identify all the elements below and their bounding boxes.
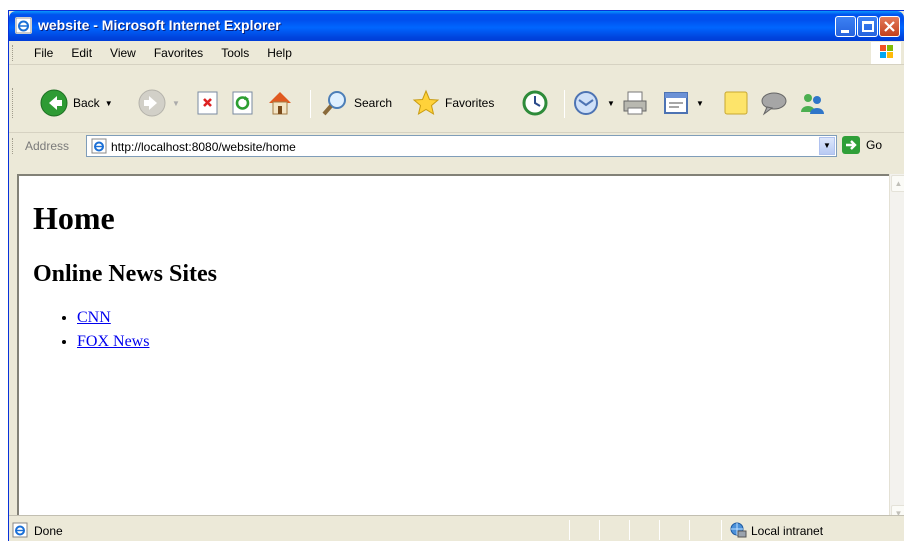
status-divider — [599, 520, 600, 540]
menu-bar: File Edit View Favorites Tools Help — [9, 41, 904, 65]
favorites-button[interactable]: Favorites — [411, 87, 494, 119]
minimize-button[interactable] — [835, 16, 856, 37]
back-button[interactable]: Back ▼ — [39, 87, 113, 119]
edit-dropdown-icon[interactable]: ▼ — [696, 99, 704, 108]
note-icon — [724, 91, 748, 115]
edit-button[interactable]: ▼ — [661, 87, 704, 119]
list-item: FOX News — [77, 330, 217, 354]
stop-button[interactable] — [195, 87, 221, 119]
menu-grip[interactable] — [12, 45, 15, 61]
link-fox-news[interactable]: FOX News — [77, 333, 149, 350]
discuss-button[interactable] — [757, 87, 789, 119]
link-cnn[interactable]: CNN — [77, 309, 111, 326]
toolbar-separator — [310, 90, 311, 118]
toolbar-grip[interactable] — [12, 88, 15, 118]
address-dropdown-button[interactable]: ▼ — [819, 137, 835, 155]
status-text: Done — [34, 524, 63, 538]
news-sites-list: CNN FOX News — [77, 306, 217, 354]
status-divider — [721, 520, 722, 540]
status-divider — [659, 520, 660, 540]
scroll-up-button[interactable]: ▲ — [891, 175, 904, 192]
address-input[interactable]: http://localhost:8080/website/home ▼ — [86, 135, 837, 157]
menu-help[interactable]: Help — [258, 46, 301, 60]
go-arrow-icon — [842, 136, 860, 154]
go-button[interactable]: Go — [842, 136, 882, 154]
mail-button[interactable]: ▼ — [572, 87, 615, 119]
status-divider — [689, 520, 690, 540]
browser-window: website - Microsoft Internet Explorer Fi… — [8, 10, 904, 541]
forward-arrow-icon — [138, 89, 166, 117]
security-zone-text: Local intranet — [751, 524, 824, 538]
home-icon — [269, 92, 291, 115]
print-button[interactable] — [620, 87, 650, 119]
intranet-globe-icon — [730, 522, 747, 538]
window-title: website - Microsoft Internet Explorer — [38, 17, 281, 33]
edit-page-icon — [664, 92, 688, 114]
ie-page-icon — [15, 17, 32, 34]
address-label: Address — [25, 139, 70, 153]
ie-page-icon — [91, 138, 107, 154]
notes-button[interactable] — [722, 87, 750, 119]
list-item: CNN — [77, 306, 217, 330]
vertical-scrollbar[interactable]: ▲ ▼ — [889, 174, 904, 523]
messenger-button[interactable] — [797, 87, 827, 119]
history-clock-icon — [522, 90, 548, 116]
menu-view[interactable]: View — [101, 46, 145, 60]
home-button[interactable] — [265, 87, 295, 119]
windows-logo — [871, 42, 901, 64]
title-bar[interactable]: website - Microsoft Internet Explorer — [9, 11, 904, 41]
toolbar-separator — [564, 90, 565, 118]
menu-edit[interactable]: Edit — [62, 46, 101, 60]
messenger-people-icon — [801, 94, 824, 114]
page-viewport[interactable]: Home Online News Sites CNN FOX News — [17, 174, 889, 523]
menu-tools[interactable]: Tools — [212, 46, 258, 60]
web-page: Home Online News Sites CNN FOX News — [33, 200, 217, 354]
close-button[interactable] — [879, 16, 900, 37]
forward-dropdown-icon[interactable]: ▼ — [172, 99, 180, 108]
maximize-button[interactable] — [857, 16, 878, 37]
menu-favorites[interactable]: Favorites — [145, 46, 212, 60]
refresh-button[interactable] — [230, 87, 256, 119]
discuss-bubble-icon — [761, 92, 787, 116]
back-arrow-icon — [40, 89, 68, 117]
history-button[interactable] — [520, 87, 550, 119]
close-icon — [884, 21, 895, 32]
forward-button[interactable]: ▼ — [137, 87, 180, 119]
standard-toolbar: Back ▼ ▼ Search Favorites ▼ ▼ — [9, 66, 904, 140]
page-heading: Home — [33, 200, 115, 236]
status-bar: Done Local intranet — [9, 515, 904, 541]
refresh-icon — [232, 91, 253, 115]
status-divider — [629, 520, 630, 540]
back-dropdown-icon[interactable]: ▼ — [105, 99, 113, 108]
search-icon — [322, 91, 346, 116]
address-url[interactable]: http://localhost:8080/website/home — [111, 140, 296, 154]
star-icon — [412, 89, 440, 116]
address-grip[interactable] — [12, 138, 15, 154]
ie-page-icon — [12, 522, 28, 538]
page-subheading: Online News Sites — [33, 261, 218, 287]
mail-dropdown-icon[interactable]: ▼ — [607, 99, 615, 108]
menu-file[interactable]: File — [25, 46, 62, 60]
search-button[interactable]: Search — [320, 87, 392, 119]
status-divider — [569, 520, 570, 540]
mail-icon — [574, 91, 598, 115]
address-bar: Address http://localhost:8080/website/ho… — [9, 132, 904, 158]
printer-icon — [623, 91, 647, 115]
stop-icon — [197, 91, 218, 115]
